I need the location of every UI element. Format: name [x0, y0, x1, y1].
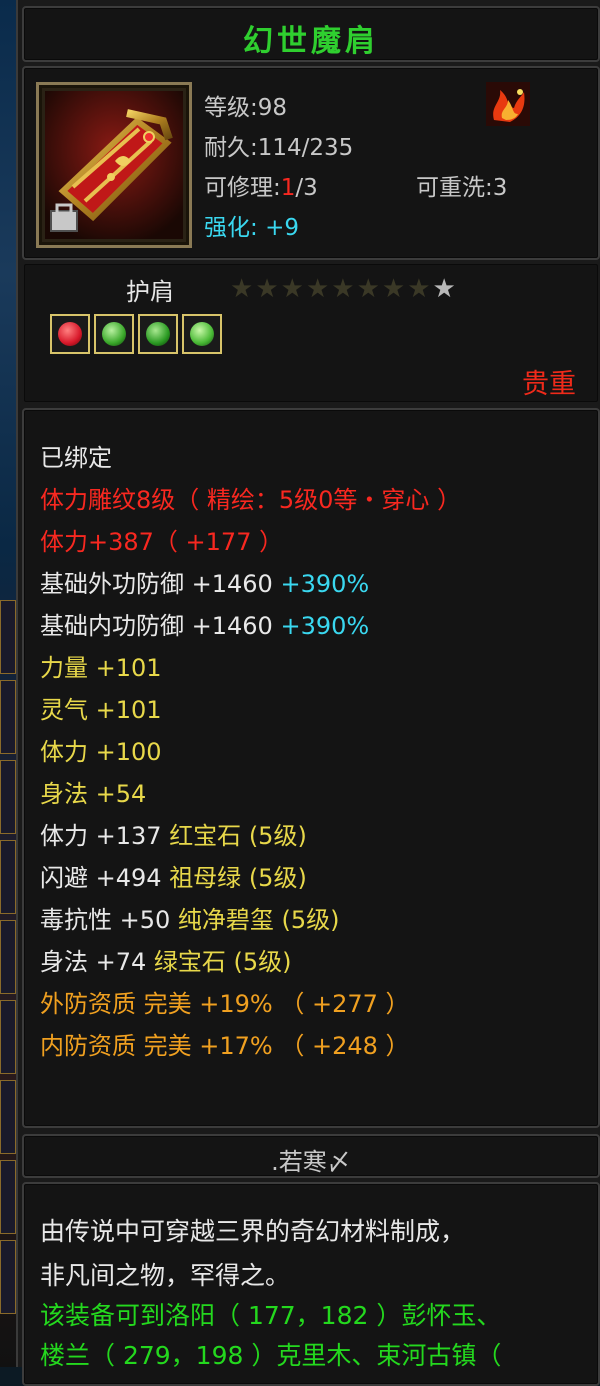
durability-value: 114/235: [257, 135, 354, 161]
gem-stat-value: 身法 +74: [40, 948, 147, 976]
gem-stat-value: 闪避 +494: [40, 864, 162, 892]
level-value: 98: [257, 95, 288, 121]
enhance-line: 强化: +9: [204, 215, 299, 241]
item-header-panel: 等级:98 耐久:114/235 可修理:1/3 可重洗:3 强化: +9: [22, 66, 600, 260]
vitality-line: 体力 +100: [40, 738, 162, 766]
gem-socket: [94, 314, 134, 354]
spirit-line: 灵气 +101: [40, 696, 162, 724]
green-gem-icon: [146, 322, 170, 346]
maker-name: .若寒〆: [271, 1148, 351, 1176]
outer-defense-line: 基础外功防御 +1460 +390%: [40, 564, 369, 599]
item-tooltip: 幻世魔肩 等级:98 耐久:114/235 可修理:1/3 可重洗:3 强化: …: [16, 0, 600, 1386]
inner-defense-bonus: +390%: [280, 612, 370, 640]
green-gem-icon: [102, 322, 126, 346]
strength-line: 力量 +101: [40, 654, 162, 682]
enhance-value: +9: [265, 215, 299, 241]
gem-sockets: [50, 314, 226, 358]
star-icon: ★: [255, 274, 281, 304]
star-icon: ★: [280, 274, 306, 304]
star-icon: ★: [381, 274, 408, 304]
repair-label: 可修理: [204, 175, 273, 201]
enhance-label: 强化: [204, 215, 250, 241]
gem-stat-line: 身法 +74 绿宝石 (5级): [40, 942, 292, 977]
gem-socket: [138, 314, 178, 354]
level-label: 等级: [204, 95, 250, 121]
outer-defense-bonus: +390%: [280, 570, 370, 598]
background-slot: [0, 760, 16, 834]
gem-stat-value: 体力 +137: [40, 822, 162, 850]
star-icon: ★: [305, 274, 332, 304]
background-game-ui: [0, 0, 17, 1367]
green-gem-icon: [190, 322, 214, 346]
background-slot: [0, 920, 16, 994]
description-panel: 由传说中可穿越三界的奇幻材料制成， 非凡间之物，罕得之。 该装备可到洛阳（ 17…: [22, 1182, 600, 1386]
maker-panel: .若寒〆: [22, 1134, 600, 1178]
item-name: 幻世魔肩: [243, 24, 379, 59]
inner-defense-line: 基础内功防御 +1460 +390%: [40, 606, 369, 641]
gem-name: 绿宝石 (5级): [153, 948, 292, 976]
background-slot: [0, 1240, 16, 1314]
rewash-line: 可重洗:3: [416, 175, 508, 201]
vitality-carving-line: 体力+387（ +177 ）: [40, 528, 284, 556]
star-rating: ★★★★★★★★★: [230, 274, 458, 304]
bound-status: 已绑定: [40, 444, 112, 472]
gem-stat-line: 闪避 +494 祖母绿 (5级): [40, 858, 307, 893]
repair-line: 可修理:1/3: [204, 175, 318, 201]
gem-name: 祖母绿 (5级): [169, 864, 307, 892]
background-slot: [0, 1080, 16, 1154]
level-line: 等级:98: [204, 95, 288, 121]
repair-max: /3: [295, 175, 318, 201]
shoulder-armor-icon: [45, 91, 183, 239]
background-slot: [0, 680, 16, 754]
background-slot: [0, 1160, 16, 1234]
gem-stat-value: 毒抗性 +50: [40, 906, 171, 934]
gem-socket: [50, 314, 90, 354]
inner-defense-base: 基础内功防御 +1460: [40, 612, 273, 640]
star-icon: ★: [407, 274, 433, 304]
item-icon-frame: [36, 82, 192, 248]
star-icon: ★: [230, 274, 256, 304]
item-type-panel: 护肩 ★★★★★★★★★ 贵重: [22, 262, 600, 404]
background-slot: [0, 840, 16, 914]
outer-defense-base: 基础外功防御 +1460: [40, 570, 273, 598]
red-gem-icon: [58, 322, 82, 346]
background-slot: [0, 1000, 16, 1074]
background-slot: [0, 600, 16, 674]
star-icon: ★: [356, 274, 382, 304]
item-stats-panel: 已绑定 体力雕纹8级（ 精绘：5级0等・穿心 ） 体力+387（ +177 ） …: [22, 408, 600, 1128]
flame-rune-icon: [486, 82, 530, 126]
durability-label: 耐久: [204, 135, 250, 161]
inner-quality-line: 内防资质 完美 +17% （ +248 ）: [40, 1032, 410, 1060]
rewash-label: 可重洗: [416, 175, 485, 201]
agility-line: 身法 +54: [40, 780, 147, 808]
repair-location-line: 该装备可到洛阳（ 177，182 ）彭怀玉、: [40, 1301, 502, 1330]
description-line: 由传说中可穿越三界的奇幻材料制成，: [40, 1217, 466, 1246]
gem-socket: [182, 314, 222, 354]
gem-stat-line: 体力 +137 红宝石 (5级): [40, 816, 307, 851]
title-panel: 幻世魔肩: [22, 6, 600, 62]
gem-stat-line: 毒抗性 +50 纯净碧玺 (5级): [40, 900, 340, 935]
repair-current: 1: [280, 175, 296, 201]
item-type: 护肩: [126, 278, 174, 306]
rewash-value: 3: [492, 175, 508, 201]
gem-name: 红宝石 (5级): [169, 822, 307, 850]
gem-name: 纯净碧玺 (5级): [177, 906, 340, 934]
outer-quality-line: 外防资质 完美 +19% （ +277 ）: [40, 990, 410, 1018]
durability-line: 耐久:114/235: [204, 135, 354, 161]
carving-line: 体力雕纹8级（ 精绘：5级0等・穿心 ）: [40, 486, 462, 514]
star-icon: ★: [331, 274, 357, 304]
rarity-label: 贵重: [522, 369, 576, 400]
star-icon: ★: [432, 274, 458, 304]
description-line: 非凡间之物，罕得之。: [40, 1261, 291, 1290]
